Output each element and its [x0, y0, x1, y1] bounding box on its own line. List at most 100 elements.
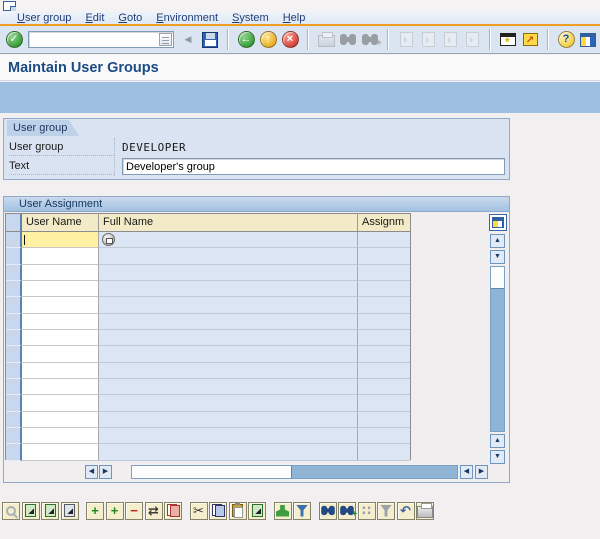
vertical-scrollbar-track[interactable]: [490, 266, 505, 432]
full-name-cell[interactable]: [99, 232, 358, 248]
row-selector[interactable]: [6, 412, 22, 428]
sort-descending-button[interactable]: [293, 502, 311, 520]
choose-button[interactable]: [2, 502, 20, 520]
deselect-all-button[interactable]: [61, 502, 79, 520]
assignment-cell[interactable]: [358, 395, 410, 411]
last-page-button[interactable]: [462, 30, 482, 50]
scroll-right-button-right[interactable]: ▶: [475, 465, 488, 479]
enter-button[interactable]: ✓: [4, 30, 24, 50]
first-page-button[interactable]: [396, 30, 416, 50]
full-name-cell[interactable]: [99, 346, 358, 362]
menu-system[interactable]: System: [225, 12, 276, 24]
full-name-cell[interactable]: [99, 363, 358, 379]
full-name-cell[interactable]: [99, 379, 358, 395]
full-name-cell[interactable]: [99, 297, 358, 313]
scroll-left-button[interactable]: ◀: [85, 465, 98, 479]
find-button[interactable]: [319, 502, 337, 520]
scroll-left-button-right[interactable]: ◀: [460, 465, 473, 479]
column-header-full-name[interactable]: Full Name: [99, 214, 358, 232]
vertical-scrollbar-thumb[interactable]: [491, 267, 504, 289]
row-selector[interactable]: [6, 330, 22, 346]
row-selector[interactable]: [6, 379, 22, 395]
copy-row-button[interactable]: [164, 502, 182, 520]
exit-button[interactable]: ↑: [258, 30, 278, 50]
user-name-cell[interactable]: [22, 363, 99, 379]
user-name-cell[interactable]: [22, 232, 99, 248]
undo-button[interactable]: ↶: [397, 502, 415, 520]
delete-row-button[interactable]: −: [125, 502, 143, 520]
user-name-cell[interactable]: [22, 428, 99, 444]
row-selector[interactable]: [6, 314, 22, 330]
assignment-cell[interactable]: [358, 412, 410, 428]
user-name-cell[interactable]: [22, 248, 99, 264]
assignment-cell[interactable]: [358, 281, 410, 297]
scroll-down-button-bottom[interactable]: ▼: [490, 450, 505, 464]
scroll-up-button-bottom[interactable]: ▲: [490, 434, 505, 448]
full-name-cell[interactable]: [99, 412, 358, 428]
full-name-cell[interactable]: [99, 428, 358, 444]
user-name-cell[interactable]: [22, 281, 99, 297]
full-name-cell[interactable]: [99, 314, 358, 330]
sort-ascending-button[interactable]: [274, 502, 292, 520]
command-history-icon[interactable]: [159, 33, 172, 46]
menu-environment[interactable]: Environment: [149, 12, 225, 24]
replace-button[interactable]: ∷: [358, 502, 376, 520]
scroll-up-button[interactable]: ▲: [490, 234, 505, 248]
previous-page-button[interactable]: [418, 30, 438, 50]
paste-button[interactable]: [229, 502, 247, 520]
user-name-cell[interactable]: [22, 444, 99, 460]
menu-edit[interactable]: Edit: [78, 12, 111, 24]
row-selector[interactable]: [6, 232, 22, 248]
append-row-button[interactable]: +: [106, 502, 124, 520]
select-block-button[interactable]: [41, 502, 59, 520]
move-row-button[interactable]: ⇄: [145, 502, 163, 520]
insert-row-button[interactable]: +: [86, 502, 104, 520]
row-selector[interactable]: [6, 444, 22, 460]
system-menu-icon[interactable]: [3, 1, 16, 11]
user-name-cell[interactable]: [22, 330, 99, 346]
find-next-button[interactable]: +: [338, 502, 356, 520]
horizontal-scrollbar-track[interactable]: [131, 465, 458, 479]
full-name-cell[interactable]: [99, 265, 358, 281]
find-next-button[interactable]: +: [360, 30, 380, 50]
group-text-input[interactable]: [122, 158, 505, 175]
filter-button[interactable]: [377, 502, 395, 520]
full-name-cell[interactable]: [99, 444, 358, 460]
menu-help[interactable]: Help: [276, 12, 313, 24]
next-page-button[interactable]: [440, 30, 460, 50]
full-name-cell[interactable]: [99, 395, 358, 411]
user-name-cell[interactable]: [22, 265, 99, 281]
menu-user-group[interactable]: User group: [10, 12, 78, 24]
full-name-cell[interactable]: [99, 248, 358, 264]
find-button[interactable]: [338, 30, 358, 50]
user-name-cell[interactable]: [22, 412, 99, 428]
print-button[interactable]: [316, 30, 336, 50]
row-selector[interactable]: [6, 363, 22, 379]
create-shortcut-button[interactable]: ↗: [520, 30, 540, 50]
scroll-down-button[interactable]: ▼: [490, 250, 505, 264]
scroll-right-button[interactable]: ▶: [99, 465, 112, 479]
help-button[interactable]: ?: [556, 30, 576, 50]
row-selector[interactable]: [6, 395, 22, 411]
table-configuration-button[interactable]: [489, 214, 507, 231]
assignment-cell[interactable]: [358, 265, 410, 281]
assignment-cell[interactable]: [358, 314, 410, 330]
cut-button[interactable]: ✂: [190, 502, 208, 520]
customize-layout-button[interactable]: [578, 30, 598, 50]
column-header-assignment[interactable]: Assignm: [358, 214, 410, 232]
cancel-button[interactable]: ×: [280, 30, 300, 50]
save-button[interactable]: [200, 30, 220, 50]
assignment-cell[interactable]: [358, 363, 410, 379]
possible-entries-icon[interactable]: [102, 233, 115, 246]
row-selector[interactable]: [6, 297, 22, 313]
full-name-cell[interactable]: [99, 330, 358, 346]
row-selector[interactable]: [6, 265, 22, 281]
assignment-cell[interactable]: [358, 346, 410, 362]
row-selector[interactable]: [6, 248, 22, 264]
user-name-cell[interactable]: [22, 395, 99, 411]
back-button[interactable]: ←: [236, 30, 256, 50]
user-name-cell[interactable]: [22, 314, 99, 330]
row-selector[interactable]: [6, 281, 22, 297]
select-all-header-cell[interactable]: [6, 214, 22, 232]
row-selector[interactable]: [6, 428, 22, 444]
